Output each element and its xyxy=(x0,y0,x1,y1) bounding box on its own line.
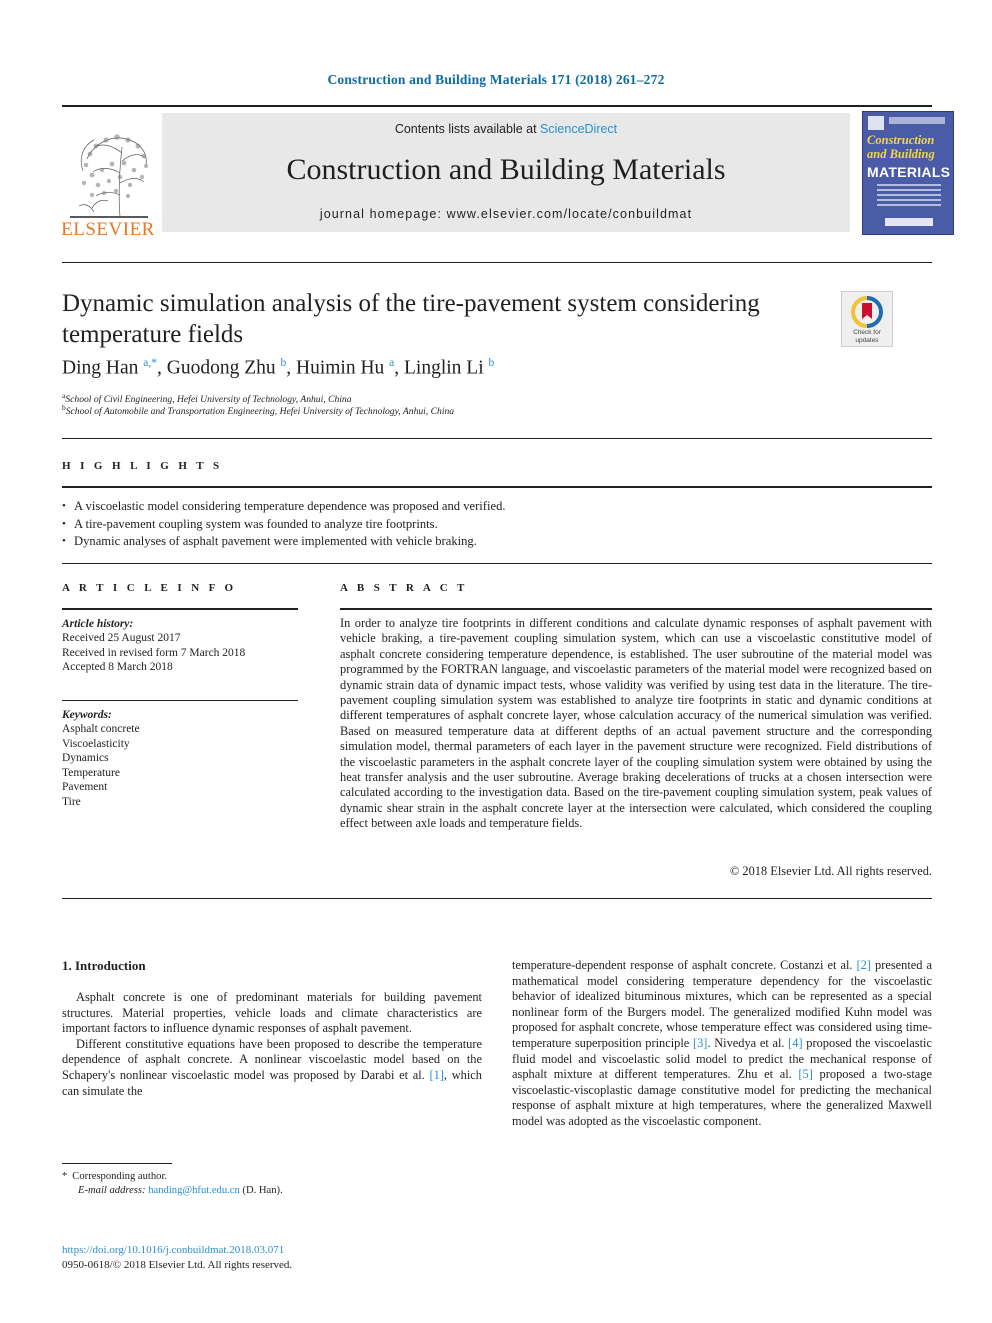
cover-top-bar xyxy=(889,117,945,124)
journal-homepage-link[interactable]: journal homepage: www.elsevier.com/locat… xyxy=(162,207,850,221)
article-info-heading: A R T I C L E I N F O xyxy=(62,582,237,594)
article-history-item: Received in revised form 7 March 2018 xyxy=(62,646,246,659)
body-column-left: Asphalt concrete is one of predominant m… xyxy=(62,990,482,1099)
paragraph-text: . Nivedya et al. xyxy=(707,1035,789,1050)
body-column-right: temperature-dependent response of asphal… xyxy=(512,958,932,1130)
running-head: Construction and Building Materials 171 … xyxy=(327,72,665,87)
cover-line-1: Construction xyxy=(867,133,935,147)
affiliation-b-text: School of Automobile and Transportation … xyxy=(65,406,455,418)
cover-blurb-lines xyxy=(877,184,941,209)
section-heading-introduction: 1. Introduction xyxy=(62,958,146,973)
highlights-bottom-rule xyxy=(62,563,932,564)
journal-title: Construction and Building Materials xyxy=(286,153,726,186)
contents-banner: Contents lists available at ScienceDirec… xyxy=(162,113,850,232)
cover-line-3: MATERIALS xyxy=(867,164,951,180)
keyword-item: Viscoelasticity xyxy=(62,737,130,750)
article-history-item: Accepted 8 March 2018 xyxy=(62,661,173,673)
citation-link-2[interactable]: [2] xyxy=(857,958,871,972)
citation-link-4[interactable]: [4] xyxy=(788,1036,802,1050)
highlights-heading: H I G H L I G H T S xyxy=(62,460,223,472)
article-history-block: Article history: Received 25 August 2017… xyxy=(62,618,298,675)
keywords-label: Keywords: xyxy=(62,709,112,721)
crossmark-label: Check for updates xyxy=(842,329,892,344)
journal-cover-thumbnail: Construction and Building MATERIALS xyxy=(862,111,954,235)
highlight-item: A tire-pavement coupling system was foun… xyxy=(62,516,932,534)
footnote-block: * Corresponding author. E-mail address: h… xyxy=(62,1170,482,1198)
elsevier-tree-logo: ELSEVIER xyxy=(61,113,154,240)
paragraph: temperature-dependent response of asphal… xyxy=(512,958,932,1130)
masthead-top-rule xyxy=(62,105,932,107)
citation-link-3[interactable]: [3] xyxy=(693,1036,707,1050)
paragraph-text: Different constitutive equations have be… xyxy=(62,1036,482,1082)
abstract-text: In order to analyze tire footprints in d… xyxy=(340,616,932,831)
article-page: Construction and Building Materials 171 … xyxy=(0,0,992,1323)
keywords-block: Keywords: Asphalt concrete Viscoelastici… xyxy=(62,709,298,809)
abstract-heading: A B S T R A C T xyxy=(340,582,468,594)
author-list: Ding Han a,*, Guodong Zhu b, Huimin Hu a… xyxy=(62,357,495,379)
cover-line-2: and Building xyxy=(867,147,935,161)
article-history-item: Received 25 August 2017 xyxy=(62,632,181,644)
keyword-item: Temperature xyxy=(62,766,120,779)
cover-publisher-mark xyxy=(885,218,933,226)
keyword-item: Tire xyxy=(62,795,81,808)
abstract-rule xyxy=(340,608,932,610)
sciencedirect-link[interactable]: ScienceDirect xyxy=(540,122,617,136)
footnote-rule xyxy=(62,1163,172,1164)
highlight-item: A viscoelastic model considering tempera… xyxy=(62,498,932,516)
email-suffix: (D. Han). xyxy=(239,1185,283,1196)
paragraph: Asphalt concrete is one of predominant m… xyxy=(62,990,482,1036)
article-info-rule xyxy=(62,608,298,610)
crossmark-label-line1: Check for xyxy=(853,329,881,336)
abstract-bottom-rule xyxy=(62,898,932,899)
email-label: E-mail address: xyxy=(78,1185,146,1196)
highlights-list: A viscoelastic model considering tempera… xyxy=(62,498,932,551)
corresponding-author-line: * Corresponding author. xyxy=(62,1170,482,1184)
email-link[interactable]: handing@hfut.edu.cn xyxy=(148,1185,240,1196)
crossmark-icon xyxy=(851,296,883,328)
contents-available-line: Contents lists available at ScienceDirec… xyxy=(162,122,850,136)
issn-copyright-line: 0950-0618/© 2018 Elsevier Ltd. All right… xyxy=(62,1259,293,1271)
highlights-heading-rule xyxy=(62,486,932,488)
highlights-top-rule xyxy=(62,438,932,439)
contents-prefix: Contents lists available at xyxy=(394,122,541,136)
svg-text:ELSEVIER: ELSEVIER xyxy=(62,219,154,237)
corresponding-author-label: Corresponding author. xyxy=(72,1171,168,1182)
paragraph-text: temperature-dependent response of asphal… xyxy=(512,958,857,972)
keyword-item: Pavement xyxy=(62,781,108,793)
page-title: Dynamic simulation analysis of the tire-… xyxy=(62,290,760,348)
keywords-rule xyxy=(62,700,298,701)
keyword-item: Asphalt concrete xyxy=(62,723,140,735)
citation-link-5[interactable]: [5] xyxy=(798,1067,812,1081)
citation-link-1[interactable]: [1] xyxy=(429,1068,443,1082)
journal-masthead: ELSEVIER Contents lists available at Sci… xyxy=(61,105,954,240)
paragraph: Different constitutive equations have be… xyxy=(62,1037,482,1099)
keyword-item: Dynamics xyxy=(62,752,109,764)
article-history-label: Article history: xyxy=(62,618,134,630)
doi-link[interactable]: https://doi.org/10.1016/j.conbuildmat.20… xyxy=(62,1244,284,1256)
affiliation-b: bSchool of Automobile and Transportation… xyxy=(62,402,862,418)
highlight-item: Dynamic analyses of asphalt pavement wer… xyxy=(62,533,932,551)
crossmark-badge[interactable]: Check for updates xyxy=(841,291,893,347)
title-separator-rule xyxy=(62,262,932,263)
corresponding-author-marker: * xyxy=(62,1171,68,1182)
abstract-copyright: © 2018 Elsevier Ltd. All rights reserved… xyxy=(729,864,932,878)
cover-logo-square xyxy=(868,116,884,130)
email-line: E-mail address: handing@hfut.edu.cn (D. … xyxy=(62,1184,482,1198)
crossmark-label-line2: updates xyxy=(855,336,879,344)
